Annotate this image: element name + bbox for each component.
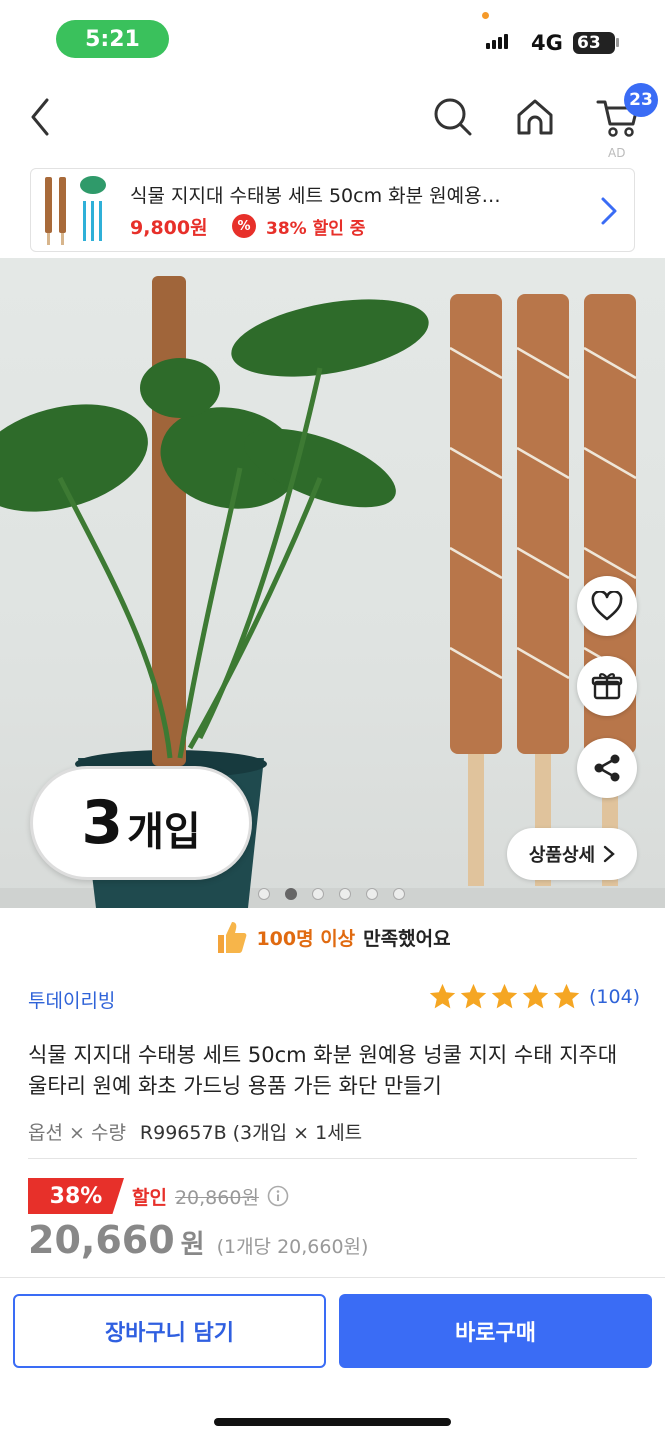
search-icon [434,98,472,136]
product-title: 식물 지지대 수태봉 세트 50cm 화분 원예용 넝쿨 지지 수태 지주대 울… [28,1043,618,1098]
ad-title: 식물 지지대 수태봉 세트 50cm 화분 원예용… [130,185,501,207]
recording-indicator-dot [482,12,489,19]
status-time: 5:21 [56,20,169,58]
carousel-page-indicator[interactable] [258,888,405,900]
ad-banner[interactable]: 식물 지지대 수태봉 세트 50cm 화분 원예용… 9,800원 % 38% … [30,168,635,252]
sale-price: 20,660 [28,1218,175,1262]
ad-label: AD [608,146,626,160]
star-icon [522,983,549,1009]
star-icon [429,983,456,1009]
price-row: 20,660 원 (1개당 20,660원) [28,1218,368,1262]
carousel-dot[interactable] [285,888,297,900]
brand-link[interactable]: 투데이리빙 [28,986,115,1013]
carousel-dot[interactable] [258,888,270,900]
price-currency: 원 [180,1230,205,1260]
ad-product-thumbnail [45,176,106,245]
star-icon [460,983,487,1009]
option-label: 옵션 × 수량 [28,1122,126,1144]
back-button[interactable] [20,96,60,138]
add-to-cart-button[interactable]: 장바구니 담기 [13,1294,326,1368]
battery-tip [616,38,619,47]
star-icon [553,983,580,1009]
share-icon [594,754,620,782]
carousel-dot[interactable] [393,888,405,900]
unit-price: (1개당 20,660원) [216,1236,369,1258]
original-price: 20,860원 [174,1186,259,1209]
carousel-dot[interactable] [312,888,324,900]
top-navigation [0,80,665,160]
info-icon[interactable] [267,1185,289,1207]
chevron-right-icon [603,845,615,863]
battery-icon: 63 [573,32,615,54]
satisfaction-highlight: 100명 이상 [256,927,356,950]
satisfaction-banner: 100명 이상 만족했어요 [0,908,665,966]
pack-count-badge: 3 개입 [30,766,252,880]
cart-count-badge: 23 [624,83,658,117]
search-button[interactable] [433,96,473,138]
gift-icon [591,673,623,700]
home-button[interactable] [515,96,555,138]
home-icon [517,99,553,135]
share-button[interactable] [577,738,637,798]
thumbs-up-icon [218,922,247,953]
discount-percent-icon: % [232,214,256,238]
chevron-right-icon [601,197,617,225]
pack-count-unit: 개입 [127,809,201,855]
bottom-action-bar: 장바구니 담기 바로구매 [0,1277,665,1440]
ad-price: 9,800원 [130,217,208,239]
divider [28,1158,637,1159]
network-type: 4G [531,31,563,55]
heart-icon [591,591,623,621]
product-detail-button[interactable]: 상품상세 [507,828,637,880]
star-icon [491,983,518,1009]
home-indicator[interactable] [214,1418,451,1426]
discount-label: 할인 [132,1186,167,1209]
wishlist-button[interactable] [577,576,637,636]
pack-count-number: 3 [81,788,124,858]
status-bar: 5:21 4G 63 [0,0,665,80]
rating-summary[interactable]: (104) [428,982,640,1011]
discount-row: 38% 할인 20,860원 [28,1178,289,1214]
option-selector[interactable]: 옵션 × 수량 R99657B (3개입 × 1세트 [28,1118,362,1145]
rating-stars [428,982,581,1011]
product-detail-label: 상품상세 [528,845,596,866]
product-image-carousel[interactable]: 3 개입 상품상세 [0,258,665,908]
ad-discount-text: 38% 할인 중 [266,219,366,239]
satisfaction-text: 만족했어요 [363,927,451,950]
signal-strength-icon [486,34,508,49]
carousel-dot[interactable] [339,888,351,900]
discount-percent-badge: 38% [28,1178,124,1214]
option-value: R99657B (3개입 × 1세트 [139,1122,363,1144]
chevron-left-icon [31,98,49,136]
carousel-dot[interactable] [366,888,378,900]
gift-button[interactable] [577,656,637,716]
buy-now-button[interactable]: 바로구매 [339,1294,652,1368]
review-count: (104) [589,985,641,1008]
